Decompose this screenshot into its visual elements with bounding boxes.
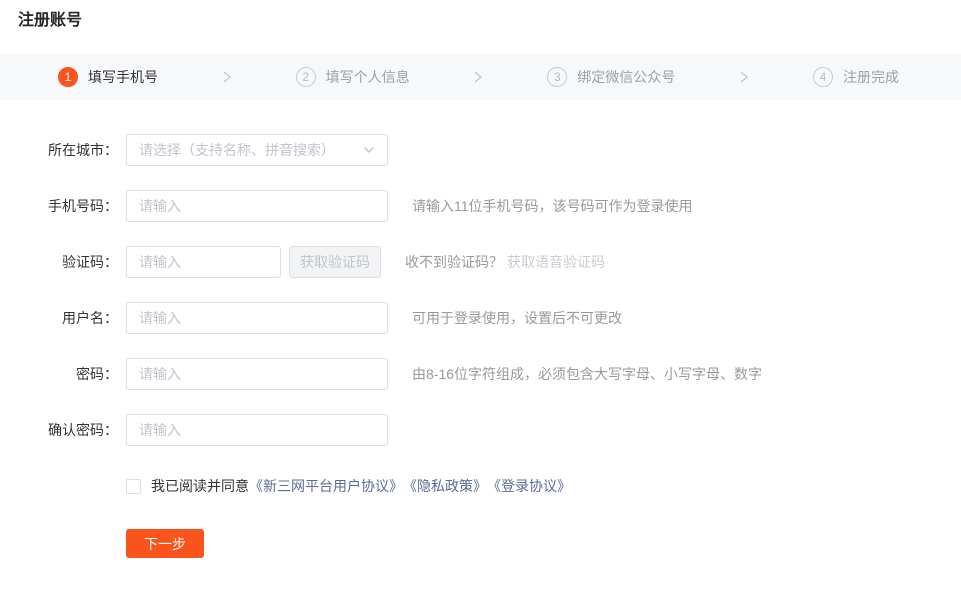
password-row: 密码： 由8-16位字符组成，必须包含大写字母、小写字母、数字 [0, 358, 961, 390]
voice-code-link[interactable]: 获取语音验证码 [507, 252, 605, 272]
step-3-label: 绑定微信公众号 [577, 69, 676, 85]
agreement-row: 我已阅读并同意 《新三网平台用户协议》 《隐私政策》 《登录协议》 [126, 476, 961, 496]
confirm-password-input[interactable] [126, 414, 388, 446]
step-3-bind-wechat: 3 绑定微信公众号 [547, 67, 675, 87]
chevron-right-icon [221, 70, 233, 84]
submit-row: 下一步 [126, 529, 961, 558]
city-select[interactable]: 请选择（支持名称、拼音搜索） [126, 134, 388, 166]
city-label: 所在城市： [48, 142, 118, 158]
city-select-placeholder: 请选择（支持名称、拼音搜索） [139, 142, 335, 158]
step-3-number-badge: 3 [547, 67, 568, 87]
step-4-number-badge: 4 [812, 67, 833, 87]
step-1-label: 填写手机号 [88, 69, 158, 85]
step-4-complete: 4 注册完成 [812, 67, 899, 87]
step-2-label: 填写个人信息 [325, 69, 410, 85]
privacy-policy-link[interactable]: 《隐私政策》 [403, 476, 487, 496]
step-1-phone: 1 填写手机号 [58, 67, 158, 87]
confirm-password-label: 确认密码： [48, 422, 118, 438]
steps-bar: 1 填写手机号 2 填写个人信息 3 绑定微信公众号 4 注册完成 [0, 54, 961, 100]
verification-code-label: 验证码： [62, 254, 118, 270]
agreement-text: 我已阅读并同意 [151, 478, 249, 494]
agreement-checkbox[interactable] [126, 478, 141, 494]
confirm-password-row: 确认密码： [0, 414, 961, 446]
page-title: 注册账号 [18, 12, 83, 29]
step-4-label: 注册完成 [842, 69, 899, 85]
password-hint: 由8-16位字符组成，必须包含大写字母、小写字母、数字 [412, 366, 763, 382]
password-label: 密码： [76, 366, 118, 382]
username-hint: 可用于登录使用，设置后不可更改 [412, 310, 622, 326]
registration-form: 所在城市： 请选择（支持名称、拼音搜索） 手机号码： 请输入11位手机号码，该号… [0, 134, 961, 558]
step-1-number-badge: 1 [58, 67, 78, 87]
verification-code-row: 验证码： 获取验证码 收不到验证码？ 获取语音验证码 [0, 246, 961, 278]
phone-hint: 请输入11位手机号码，该号码可作为登录使用 [412, 198, 693, 214]
login-agreement-link[interactable]: 《登录协议》 [487, 476, 571, 496]
phone-label: 手机号码： [48, 198, 118, 214]
phone-input[interactable] [126, 190, 388, 222]
next-step-button[interactable]: 下一步 [126, 529, 204, 558]
get-code-button[interactable]: 获取验证码 [289, 246, 381, 278]
username-label: 用户名： [62, 310, 118, 326]
code-not-received-hint: 收不到验证码？ [405, 254, 503, 270]
username-input[interactable] [126, 302, 388, 334]
user-agreement-link[interactable]: 《新三网平台用户协议》 [249, 476, 403, 496]
password-input[interactable] [126, 358, 388, 390]
city-row: 所在城市： 请选择（支持名称、拼音搜索） [0, 134, 961, 166]
chevron-right-icon [472, 70, 484, 84]
username-row: 用户名： 可用于登录使用，设置后不可更改 [0, 302, 961, 334]
chevron-right-icon [738, 70, 750, 84]
step-2-personal-info: 2 填写个人信息 [295, 67, 410, 87]
phone-row: 手机号码： 请输入11位手机号码，该号码可作为登录使用 [0, 190, 961, 222]
step-2-number-badge: 2 [295, 67, 316, 87]
verification-code-input[interactable] [126, 246, 281, 278]
chevron-down-icon [363, 146, 375, 154]
